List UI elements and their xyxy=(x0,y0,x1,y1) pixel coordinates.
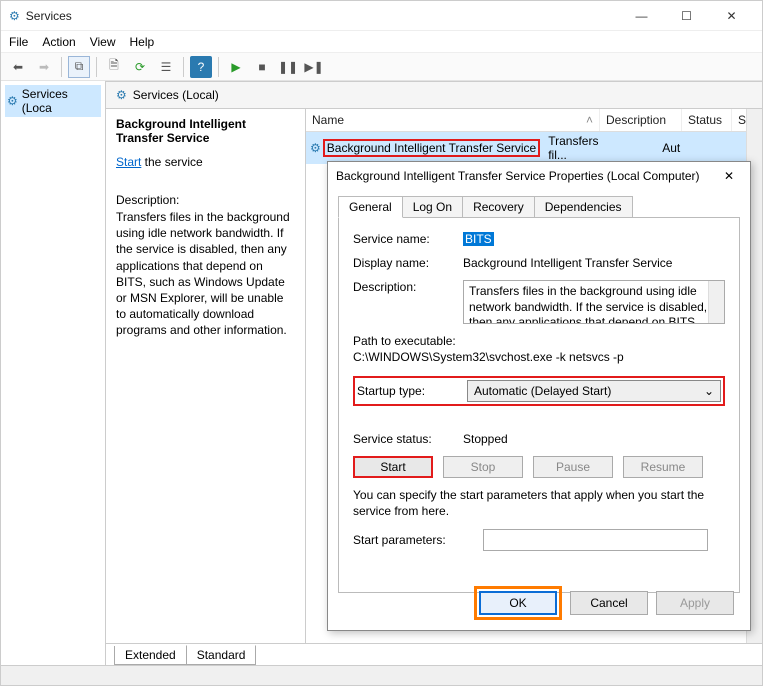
description-textarea[interactable]: Transfers files in the background using … xyxy=(463,280,725,324)
dialog-close-button[interactable]: ✕ xyxy=(716,165,742,187)
path-label: Path to executable: xyxy=(353,334,725,348)
display-name-value: Background Intelligent Transfer Service xyxy=(463,256,725,270)
minimize-button[interactable]: — xyxy=(619,2,664,30)
col-status[interactable]: Status xyxy=(682,109,732,131)
dialog-title: Background Intelligent Transfer Service … xyxy=(336,169,716,183)
description-text: Transfers files in the background using … xyxy=(116,209,295,339)
tree-root-label: Services (Loca xyxy=(22,87,99,115)
service-name-label: Service name: xyxy=(353,232,463,246)
stop-button: Stop xyxy=(443,456,523,478)
row-start: Aut xyxy=(662,141,690,155)
properties-button[interactable]: ☰ xyxy=(155,56,177,78)
tab-dependencies[interactable]: Dependencies xyxy=(534,196,633,218)
start-suffix: the service xyxy=(141,155,202,169)
center-header: ⚙ Services (Local) xyxy=(106,82,762,109)
path-value: C:\WINDOWS\System32\svchost.exe -k netsv… xyxy=(353,350,725,364)
toolbar: ⬅ ➡ ⧉ 🗎 ⟳ ☰ ? ▶ ■ ❚❚ ▶❚ xyxy=(1,53,762,81)
cancel-button[interactable]: Cancel xyxy=(570,591,648,615)
menu-help[interactable]: Help xyxy=(130,35,155,49)
start-params-input[interactable] xyxy=(483,529,708,551)
tree-root[interactable]: ⚙ Services (Loca xyxy=(5,85,101,117)
help-button[interactable]: ? xyxy=(190,56,212,78)
tab-extended[interactable]: Extended xyxy=(114,646,187,665)
selected-service-title: Background Intelligent Transfer Service xyxy=(116,117,295,145)
service-status-value: Stopped xyxy=(463,432,725,446)
apply-button: Apply xyxy=(656,591,734,615)
description-column: Background Intelligent Transfer Service … xyxy=(106,109,306,643)
export-button[interactable]: 🗎 xyxy=(103,56,125,78)
maximize-button[interactable]: ☐ xyxy=(664,2,709,30)
titlebar: ⚙ Services — ☐ ✕ xyxy=(1,1,762,31)
startup-type-value: Automatic (Delayed Start) xyxy=(474,384,611,398)
list-row-selected[interactable]: ⚙ Background Intelligent Transfer Servic… xyxy=(306,132,762,164)
forward-button[interactable]: ➡ xyxy=(33,56,55,78)
startup-type-label: Startup type: xyxy=(357,384,467,398)
restart-service-button[interactable]: ▶❚ xyxy=(303,56,325,78)
list-header: Name˄ Description Status Star xyxy=(306,109,762,132)
service-name-value[interactable]: BITS xyxy=(463,232,494,246)
services-icon: ⚙ xyxy=(7,94,18,108)
center-header-label: Services (Local) xyxy=(133,88,219,102)
start-service-button[interactable]: ▶ xyxy=(225,56,247,78)
tab-standard[interactable]: Standard xyxy=(186,645,257,665)
startup-type-combo[interactable]: Automatic (Delayed Start) ⌄ xyxy=(467,380,721,402)
tree-pane: ⚙ Services (Loca xyxy=(1,81,106,665)
start-service-link[interactable]: Start xyxy=(116,155,141,169)
col-description[interactable]: Description xyxy=(600,109,682,131)
description-scrollbar[interactable] xyxy=(708,281,724,323)
show-hide-tree-button[interactable]: ⧉ xyxy=(68,56,90,78)
service-status-label: Service status: xyxy=(353,432,463,446)
row-desc: Transfers fil... xyxy=(540,134,612,162)
window-title: Services xyxy=(26,9,619,23)
resume-button: Resume xyxy=(623,456,703,478)
back-button[interactable]: ⬅ xyxy=(7,56,29,78)
menubar: File Action View Help xyxy=(1,31,762,53)
tab-recovery[interactable]: Recovery xyxy=(462,196,535,218)
statusbar xyxy=(1,665,762,685)
bottom-tabs: Extended Standard xyxy=(106,643,762,665)
start-params-hint: You can specify the start parameters tha… xyxy=(353,488,725,519)
stop-service-button[interactable]: ■ xyxy=(251,56,273,78)
menu-action[interactable]: Action xyxy=(42,35,75,49)
properties-dialog: Background Intelligent Transfer Service … xyxy=(327,161,751,631)
description-label: Description: xyxy=(353,280,463,294)
start-button[interactable]: Start xyxy=(353,456,433,478)
description-value: Transfers files in the background using … xyxy=(469,284,707,324)
services-icon: ⚙ xyxy=(9,9,20,23)
sort-icon: ˄ xyxy=(586,113,593,127)
service-row-icon: ⚙ xyxy=(310,141,321,155)
menu-view[interactable]: View xyxy=(90,35,116,49)
tab-logon[interactable]: Log On xyxy=(402,196,463,218)
menu-file[interactable]: File xyxy=(9,35,28,49)
ok-highlight: OK xyxy=(474,586,562,620)
start-params-label: Start parameters: xyxy=(353,533,483,547)
pause-service-button[interactable]: ❚❚ xyxy=(277,56,299,78)
display-name-label: Display name: xyxy=(353,256,463,270)
description-label: Description: xyxy=(116,193,295,207)
close-button[interactable]: ✕ xyxy=(709,2,754,30)
row-name: Background Intelligent Transfer Service xyxy=(323,139,540,157)
pause-button: Pause xyxy=(533,456,613,478)
tab-general[interactable]: General xyxy=(338,196,403,218)
services-icon: ⚙ xyxy=(116,88,127,102)
chevron-down-icon: ⌄ xyxy=(704,384,714,398)
col-name[interactable]: Name˄ xyxy=(306,109,600,131)
refresh-button[interactable]: ⟳ xyxy=(129,56,151,78)
ok-button[interactable]: OK xyxy=(479,591,557,615)
